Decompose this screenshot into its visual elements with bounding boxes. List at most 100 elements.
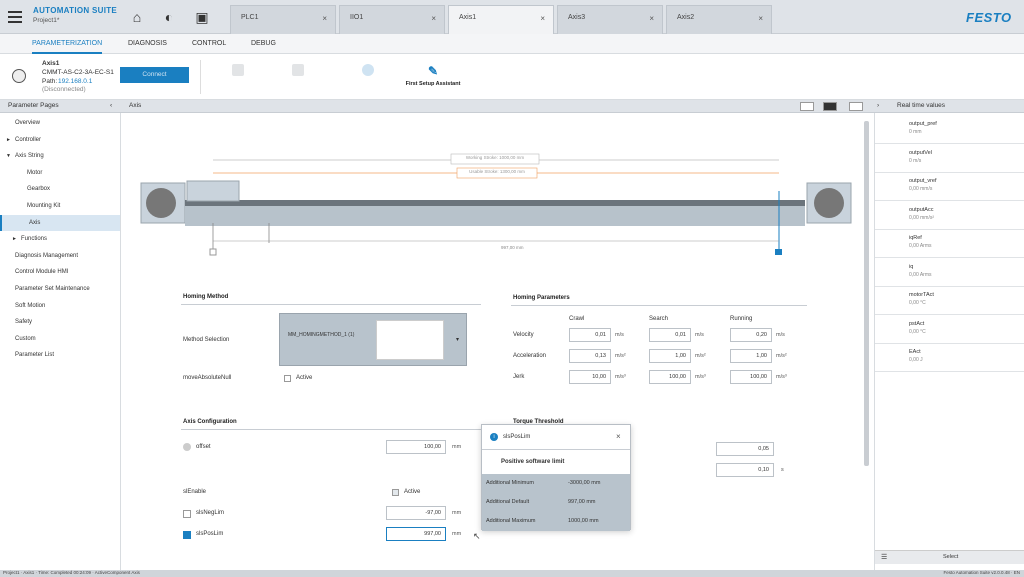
sidebar-item[interactable]: ► Controller [0,132,120,149]
sidebar-item[interactable]: ▼ Axis String [0,148,120,165]
tab-axis3[interactable]: Axis3 × [557,5,663,34]
nav-control[interactable]: CONTROL [192,34,226,54]
chevron-icon: ► [12,236,17,243]
sidebar-item[interactable]: Motor [0,165,120,182]
sidebar-item-label: Functions [21,236,48,243]
sidebar-item[interactable]: Gearbox [0,181,120,198]
realtime-value-item[interactable]: motorTAct 0,00 °C [875,287,1024,315]
homing-param-input[interactable]: 1,00 [730,349,772,363]
popup-row-value: -3000,00 mm [568,480,601,486]
first-setup-button[interactable]: ✎ First Setup Assistant [402,64,464,87]
homing-param-input[interactable]: 100,00 [649,370,691,384]
homing-param-input[interactable]: 0,01 [569,328,611,342]
mouse-cursor-icon: ↖ [473,531,481,541]
divider [181,304,481,305]
sidebar-item[interactable]: Axis [0,214,120,232]
nav-diagnosis[interactable]: DIAGNOSIS [128,34,167,54]
popup-title: slsPosLim [503,434,531,440]
sidebar-item[interactable]: Diagnosis Management [0,248,120,265]
status-bar: Project1 · Axis1 · Time: Completed 00:24… [0,570,1024,577]
offset-input[interactable]: 100,00 [386,440,446,454]
homing-param-input[interactable]: 0,20 [730,328,772,342]
sls-neg-lim-input[interactable]: -97,00 [386,506,446,520]
torque-value-1[interactable]: 0,05 [716,442,774,456]
sidebar-item[interactable]: ► Functions [0,231,120,248]
close-icon[interactable]: × [616,432,621,441]
sls-pos-lim-checkbox[interactable] [183,531,191,539]
upload-button[interactable] [218,64,258,79]
homing-param-input[interactable]: 10,00 [569,370,611,384]
realtime-value-item[interactable]: output_pref 0 mm [875,116,1024,144]
device-model: CMMT-AS-C2-3A-EC-S1 [42,69,114,76]
upload-icon [232,64,244,76]
homing-param-input[interactable]: 1,00 [649,349,691,363]
hamburger-menu-icon[interactable] [8,11,22,23]
realtime-value-item[interactable]: pstAct 0,00 °C [875,316,1024,344]
network-icon[interactable]: ◐ [161,9,177,25]
homing-param-input[interactable]: 100,00 [730,370,772,384]
tab-iio1[interactable]: IIO1 × [339,5,445,34]
realtime-value: 0,00 mm/s [909,186,933,192]
sidebar-item-label: Axis [29,219,41,226]
sidebar-item[interactable]: Soft Motion [0,298,120,315]
select-bar[interactable]: ☰ Select [875,550,1024,564]
connect-button[interactable]: Connect [120,67,189,83]
export-icon[interactable] [849,102,863,111]
sidebar-item[interactable]: Parameter List [0,347,120,364]
slide-carriage [186,180,240,202]
realtime-value-item[interactable]: EAct 0,00 J [875,344,1024,372]
tab-axis1[interactable]: Axis1 × [448,5,554,35]
download-button[interactable] [278,64,318,79]
sidebar-item[interactable]: Safety [0,314,120,331]
homing-param-input[interactable]: 0,13 [569,349,611,363]
neg-limit-handle [209,248,217,256]
sidebar-item[interactable]: Control Module HMI [0,264,120,281]
sls-pos-lim-input[interactable]: 997,00 [386,527,446,541]
main-scrollbar[interactable] [864,121,869,466]
nav-debug[interactable]: DEBUG [251,34,276,54]
realtime-value-item[interactable]: output_vref 0,00 mm/s [875,173,1024,201]
home-icon[interactable]: ⌂ [129,9,145,25]
homing-param-unit: m/s [615,332,624,338]
length-text: 997,00 mm [501,245,524,250]
add-device-icon[interactable]: ▣ [194,9,210,25]
realtime-value-item[interactable]: outputVel 0 m/s [875,145,1024,173]
chevron-icon: ► [6,136,11,143]
tab-plc1[interactable]: PLC1 × [230,5,336,34]
device-path[interactable]: 192.168.0.1 [58,78,92,85]
realtime-value-item[interactable]: outputAcc 0,00 mm/s² [875,202,1024,230]
collapse-right-icon[interactable]: › [877,102,879,109]
nav-parameterization[interactable]: PARAMETERIZATION [32,34,103,54]
move-absolute-null-label: moveAbsoluteNull [183,375,232,381]
identify-button[interactable] [348,64,388,79]
collapse-left-icon[interactable]: ‹ [110,102,112,109]
axis-profile [185,206,805,226]
homing-param-label: Velocity [513,332,534,338]
move-absolute-null-checkbox[interactable] [284,375,291,382]
realtime-name: outputAcc [909,206,934,213]
realtime-values-label: Real time values [897,102,946,109]
col-search: Search [649,316,669,322]
sidebar-item[interactable]: Custom [0,331,120,348]
sidebar-item[interactable]: Mounting Kit [0,198,120,215]
sl-enable-checkbox[interactable] [392,489,399,496]
realtime-value-item[interactable]: iqRef 0,00 Arms [875,230,1024,258]
parameter-pages-label: Parameter Pages [8,102,59,109]
realtime-name: pstAct [909,320,925,327]
homing-param-input[interactable]: 0,01 [649,328,691,342]
power-icon[interactable] [12,69,26,83]
grid-view-icon[interactable] [800,102,814,111]
sidebar-item[interactable]: Parameter Set Maintenance [0,281,120,298]
method-selection-dropdown[interactable]: MM_HOMINGMETHOD_1 (1) ▾ [279,313,467,366]
homing-method-preview [376,320,444,360]
realtime-value-item[interactable]: iq 0,00 Arms [875,259,1024,287]
col-running: Running [730,316,753,322]
app-title: AUTOMATION SUITE [33,6,118,15]
end-pulley [814,188,844,218]
realtime-value: 0 mm [909,129,922,135]
sls-neg-lim-checkbox[interactable] [183,510,191,518]
list-view-icon[interactable] [823,102,837,111]
tab-axis2[interactable]: Axis2 × [666,5,772,34]
sidebar-item[interactable]: Overview [0,115,120,132]
torque-value-2[interactable]: 0,10 [716,463,774,477]
